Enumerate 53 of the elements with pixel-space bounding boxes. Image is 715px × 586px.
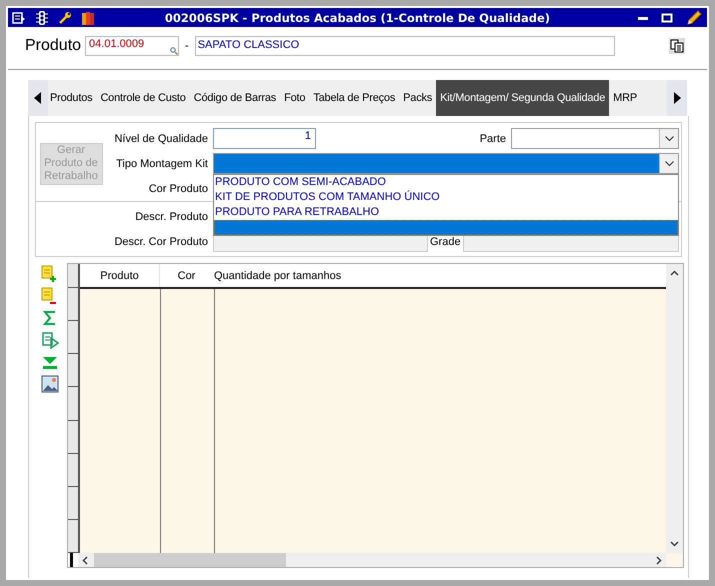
- chevron-down-icon: [664, 160, 674, 166]
- copy-icon[interactable]: [669, 38, 685, 54]
- scroll-right-button[interactable]: [667, 80, 687, 116]
- product-name-field[interactable]: SAPATO CLASSICO: [194, 36, 615, 56]
- books-icon[interactable]: [81, 10, 95, 26]
- tab[interactable]: Packs: [399, 80, 436, 116]
- chevron-down-icon[interactable]: [670, 541, 679, 547]
- kit-type-dropdown[interactable]: [213, 153, 679, 174]
- window-title: 002006SPK - Produtos Acabados (1-Controle De Qualidade): [164, 10, 552, 24]
- part-dropdown[interactable]: [511, 128, 679, 149]
- field-label: Grade: [429, 236, 462, 248]
- wrench-icon[interactable]: [58, 10, 72, 24]
- maximize-icon[interactable]: [661, 12, 673, 24]
- tab[interactable]: Produtos: [48, 80, 96, 116]
- search-icon[interactable]: [170, 47, 178, 55]
- traffic-light-icon[interactable]: [35, 10, 49, 26]
- vertical-scrollbar[interactable]: [666, 264, 683, 553]
- tab[interactable]: MRP: [609, 80, 641, 116]
- product-code-field[interactable]: 04.01.0009: [85, 36, 180, 56]
- add-record-icon[interactable]: [41, 265, 59, 283]
- field-label: Descr. Cor Produto: [113, 236, 209, 248]
- pencil-icon[interactable]: [685, 8, 703, 26]
- column-header[interactable]: Cor: [160, 264, 213, 287]
- chevron-left-icon[interactable]: [82, 556, 88, 564]
- tab[interactable]: Kit/Montagem/ Segunda Qualidade: [436, 80, 610, 116]
- tab[interactable]: Controle de Custo: [96, 80, 190, 116]
- triangle-right-icon: [673, 92, 681, 104]
- triangle-left-icon: [34, 92, 42, 104]
- image-icon[interactable]: [41, 375, 59, 393]
- quality-level-field[interactable]: 1: [213, 128, 316, 149]
- separator-text: -: [185, 40, 189, 52]
- field-label: Nível de Qualidade: [113, 132, 209, 144]
- dropdown-option[interactable]: PRODUTO PARA RETRABALHO: [214, 205, 678, 220]
- dropdown-option[interactable]: PRODUTO COM SEMI-ACABADO: [214, 175, 678, 190]
- remove-record-icon[interactable]: [41, 287, 59, 305]
- field-label: Parte: [478, 132, 507, 144]
- tab[interactable]: Código de Barras: [190, 80, 280, 116]
- column-header[interactable]: Produto: [80, 264, 160, 287]
- chevron-right-icon[interactable]: [656, 556, 662, 564]
- document-arrow-icon[interactable]: [41, 331, 59, 349]
- scrollbar-corner: [666, 553, 683, 567]
- field-label: Cor Produto: [148, 182, 209, 194]
- dropdown-option[interactable]: KIT DE PRODUTOS COM TAMANHO ÚNICO: [214, 190, 678, 205]
- field-label: Tipo Montagem Kit: [115, 158, 209, 170]
- field-label: Descr. Produto: [134, 210, 209, 222]
- tab[interactable]: Tabela de Preços: [309, 80, 400, 116]
- product-label: Produto: [25, 37, 82, 55]
- chevron-down-icon: [664, 136, 674, 142]
- scroll-left-button[interactable]: [28, 80, 48, 116]
- column-header[interactable]: Quantidade por tamanhos: [213, 264, 666, 287]
- chevron-up-icon[interactable]: [670, 270, 679, 276]
- tab[interactable]: Foto: [280, 80, 310, 116]
- horizontal-scrollbar[interactable]: [78, 553, 666, 567]
